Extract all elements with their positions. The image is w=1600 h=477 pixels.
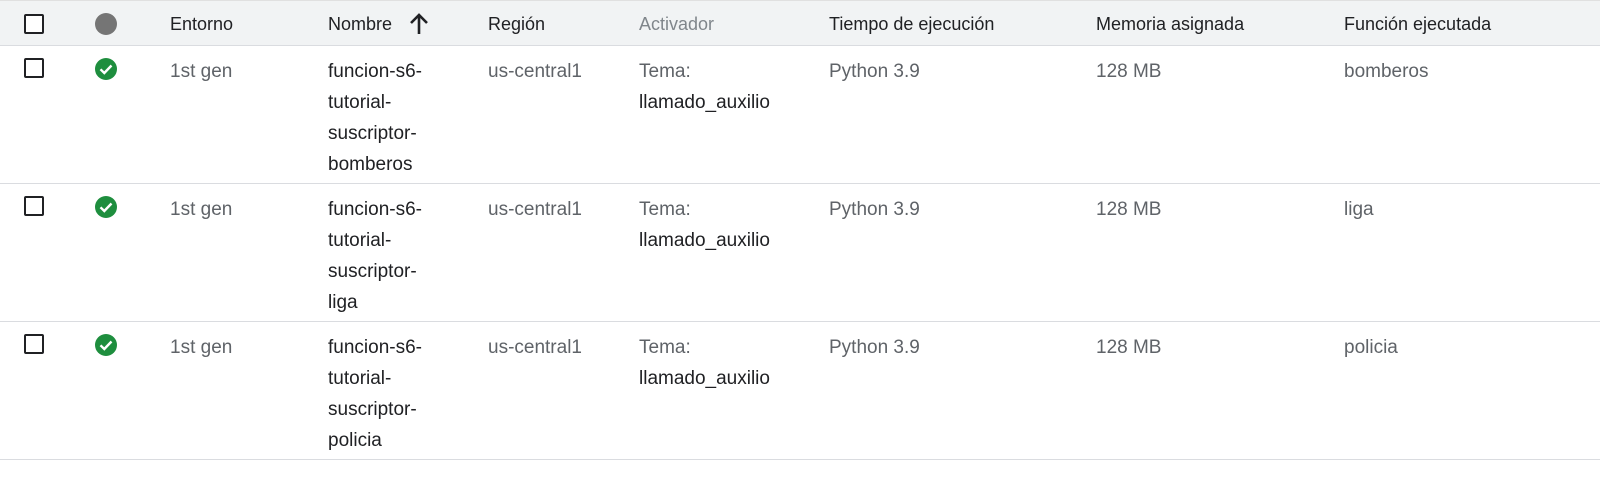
select-all-checkbox[interactable]: [24, 14, 44, 34]
cell-activador-label: Tema:: [639, 61, 691, 82]
column-header-memoria[interactable]: Memoria asignada: [1096, 14, 1244, 34]
column-header-nombre-label: Nombre: [328, 14, 393, 34]
functions-table: Entorno Nombre Región Activador Tiempo d…: [0, 0, 1600, 477]
cell-tiempo: Python 3.9: [829, 61, 920, 82]
cell-activador-value: llamado_auxilio: [639, 92, 770, 113]
column-header-memoria-label: Memoria asignada: [1096, 14, 1245, 34]
cell-nombre-line: tutorial-: [328, 368, 392, 389]
cell-tiempo: Python 3.9: [829, 199, 920, 220]
cell-activador-value: llamado_auxilio: [639, 368, 770, 389]
table-row: 1st gen funcion-s6- tutorial- suscriptor…: [0, 46, 1600, 184]
table-row: 1st gen funcion-s6- tutorial- suscriptor…: [0, 184, 1600, 322]
cell-entorno: 1st gen: [170, 61, 233, 82]
column-header-entorno-label: Entorno: [170, 14, 234, 34]
cell-activador-label: Tema:: [639, 199, 691, 220]
cell-activador-label: Tema:: [639, 337, 691, 358]
cell-nombre-line: policia: [328, 430, 382, 451]
column-header-activador-label: Activador: [639, 14, 715, 34]
cell-nombre-line: funcion-s6-: [328, 199, 422, 220]
column-header-funcion-label: Función ejecutada: [1344, 14, 1492, 34]
cell-funcion: policia: [1344, 337, 1398, 358]
table-header: Entorno Nombre Región Activador Tiempo d…: [0, 0, 1600, 46]
cell-activador: Tema: llamado_auxilio: [639, 194, 770, 256]
status-dot-icon: [95, 13, 117, 35]
table-row: 1st gen funcion-s6- tutorial- suscriptor…: [0, 322, 1600, 460]
check-circle-icon: [95, 58, 117, 80]
cell-funcion: bomberos: [1344, 61, 1429, 82]
column-header-nombre[interactable]: Nombre: [328, 14, 392, 34]
cell-entorno: 1st gen: [170, 199, 233, 220]
cell-region: us-central1: [488, 337, 582, 358]
row-checkbox[interactable]: [24, 196, 44, 216]
cell-region: us-central1: [488, 199, 582, 220]
cell-activador: Tema: llamado_auxilio: [639, 332, 770, 394]
cell-memoria: 128 MB: [1096, 199, 1162, 220]
cell-nombre-line: suscriptor-: [328, 261, 417, 282]
check-circle-icon: [95, 334, 117, 356]
cell-nombre-line: funcion-s6-: [328, 337, 422, 358]
cell-nombre-line: liga: [328, 292, 358, 313]
cell-nombre-line: suscriptor-: [328, 399, 417, 420]
cell-nombre-line: funcion-s6-: [328, 61, 422, 82]
cell-nombre[interactable]: funcion-s6- tutorial- suscriptor- polici…: [328, 332, 448, 456]
column-header-funcion[interactable]: Función ejecutada: [1344, 14, 1491, 34]
column-header-region-label: Región: [488, 14, 546, 34]
column-header-activador: Activador: [639, 14, 714, 34]
cell-nombre-line: bomberos: [328, 154, 413, 175]
cell-nombre-line: tutorial-: [328, 92, 392, 113]
row-checkbox[interactable]: [24, 334, 44, 354]
column-header-region[interactable]: Región: [488, 14, 545, 34]
row-checkbox[interactable]: [24, 58, 44, 78]
column-header-entorno[interactable]: Entorno: [170, 14, 233, 34]
cell-activador: Tema: llamado_auxilio: [639, 56, 770, 118]
cell-nombre-line: suscriptor-: [328, 123, 417, 144]
cell-activador-value: llamado_auxilio: [639, 230, 770, 251]
cell-memoria: 128 MB: [1096, 337, 1162, 358]
cell-nombre-line: tutorial-: [328, 230, 392, 251]
cell-entorno: 1st gen: [170, 337, 233, 358]
cell-memoria: 128 MB: [1096, 61, 1162, 82]
cell-tiempo: Python 3.9: [829, 337, 920, 358]
cell-funcion: liga: [1344, 199, 1374, 220]
cell-nombre[interactable]: funcion-s6- tutorial- suscriptor- liga: [328, 194, 448, 318]
cell-region: us-central1: [488, 61, 582, 82]
check-circle-icon: [95, 196, 117, 218]
cell-nombre[interactable]: funcion-s6- tutorial- suscriptor- bomber…: [328, 56, 448, 180]
column-header-tiempo[interactable]: Tiempo de ejecución: [829, 14, 994, 34]
arrow-up-icon[interactable]: [408, 12, 430, 36]
column-header-tiempo-label: Tiempo de ejecución: [829, 14, 995, 34]
